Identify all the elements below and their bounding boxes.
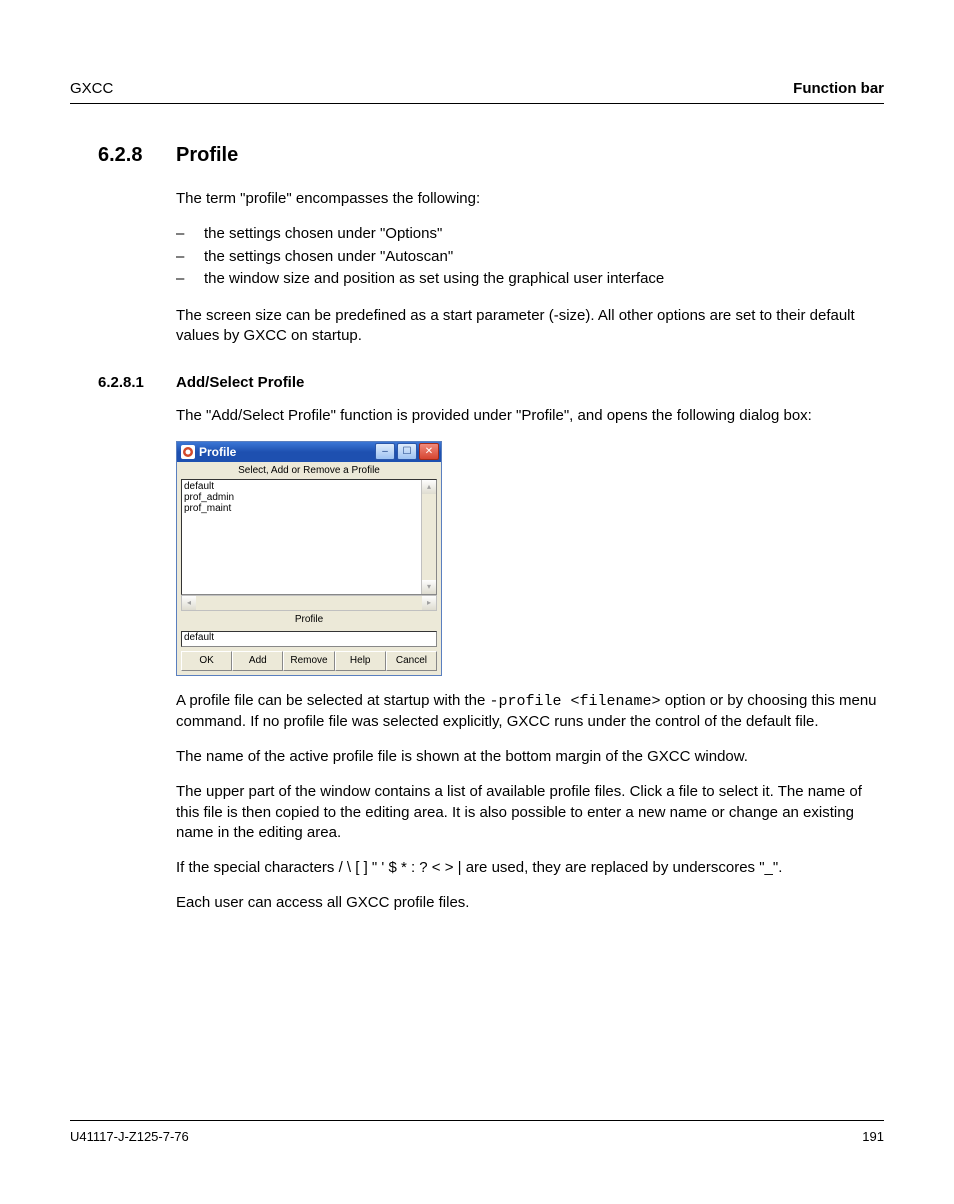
maximize-button[interactable]: ☐	[397, 443, 417, 460]
footer-left: U41117-J-Z125-7-76	[70, 1129, 189, 1144]
close-button[interactable]: ✕	[419, 443, 439, 460]
paragraph-access: Each user can access all GXCC profile fi…	[176, 893, 884, 913]
section-title: Profile	[176, 144, 238, 167]
dialog-titlebar: Profile – ☐ ✕	[177, 442, 441, 462]
subsection-number: 6.2.8.1	[98, 374, 176, 391]
section-heading: 6.2.8 Profile	[70, 144, 884, 167]
paragraph-list-desc: The upper part of the window contains a …	[176, 782, 884, 843]
bullet-list: –the settings chosen under "Options" –th…	[176, 223, 884, 291]
page-number: 191	[862, 1129, 884, 1144]
horizontal-scrollbar[interactable]: ◂ ▸	[181, 595, 437, 611]
header-right: Function bar	[793, 80, 884, 97]
list-item[interactable]: default	[184, 481, 434, 492]
paragraph-profile-file: A profile file can be selected at startu…	[176, 691, 884, 733]
page-header: GXCC Function bar	[70, 80, 884, 104]
bullet-dash: –	[176, 246, 204, 269]
bullet-item: the settings chosen under "Options"	[204, 223, 442, 246]
profile-listbox[interactable]: default prof_admin prof_maint ▴ ▾	[181, 479, 437, 595]
sub-intro: The "Add/Select Profile" function is pro…	[176, 406, 884, 426]
intro-text: The term "profile" encompasses the follo…	[176, 189, 884, 209]
add-button[interactable]: Add	[232, 651, 283, 671]
bullet-item: the settings chosen under "Autoscan"	[204, 246, 453, 269]
help-button[interactable]: Help	[335, 651, 386, 671]
app-icon	[181, 445, 195, 459]
header-left: GXCC	[70, 80, 113, 97]
scroll-right-icon[interactable]: ▸	[422, 596, 436, 610]
vertical-scrollbar[interactable]	[421, 480, 436, 594]
profile-dialog: Profile – ☐ ✕ Select, Add or Remove a Pr…	[176, 441, 442, 676]
subsection-heading: 6.2.8.1 Add/Select Profile	[70, 374, 884, 391]
remove-button[interactable]: Remove	[283, 651, 334, 671]
scroll-down-icon[interactable]: ▾	[422, 580, 436, 594]
profile-input[interactable]: default	[181, 631, 437, 647]
list-label: Select, Add or Remove a Profile	[177, 462, 441, 479]
section-number: 6.2.8	[98, 144, 176, 167]
list-item[interactable]: prof_admin	[184, 492, 434, 503]
profile-field-label: Profile	[177, 611, 441, 628]
paragraph-active-profile: The name of the active profile file is s…	[176, 747, 884, 767]
scroll-left-icon[interactable]: ◂	[182, 596, 196, 610]
subsection-title: Add/Select Profile	[176, 374, 304, 391]
paragraph-special-chars: If the special characters / \ [ ] " ' $ …	[176, 858, 884, 878]
scroll-up-icon[interactable]: ▴	[422, 480, 436, 494]
page-footer: U41117-J-Z125-7-76 191	[70, 1120, 884, 1144]
bullet-item: the window size and position as set usin…	[204, 268, 664, 291]
cancel-button[interactable]: Cancel	[386, 651, 437, 671]
list-item[interactable]: prof_maint	[184, 503, 434, 514]
minimize-button[interactable]: –	[375, 443, 395, 460]
screen-size-paragraph: The screen size can be predefined as a s…	[176, 306, 884, 347]
dialog-title: Profile	[199, 445, 373, 459]
bullet-dash: –	[176, 223, 204, 246]
bullet-dash: –	[176, 268, 204, 291]
code-option: -profile <filename>	[490, 693, 661, 710]
ok-button[interactable]: OK	[181, 651, 232, 671]
